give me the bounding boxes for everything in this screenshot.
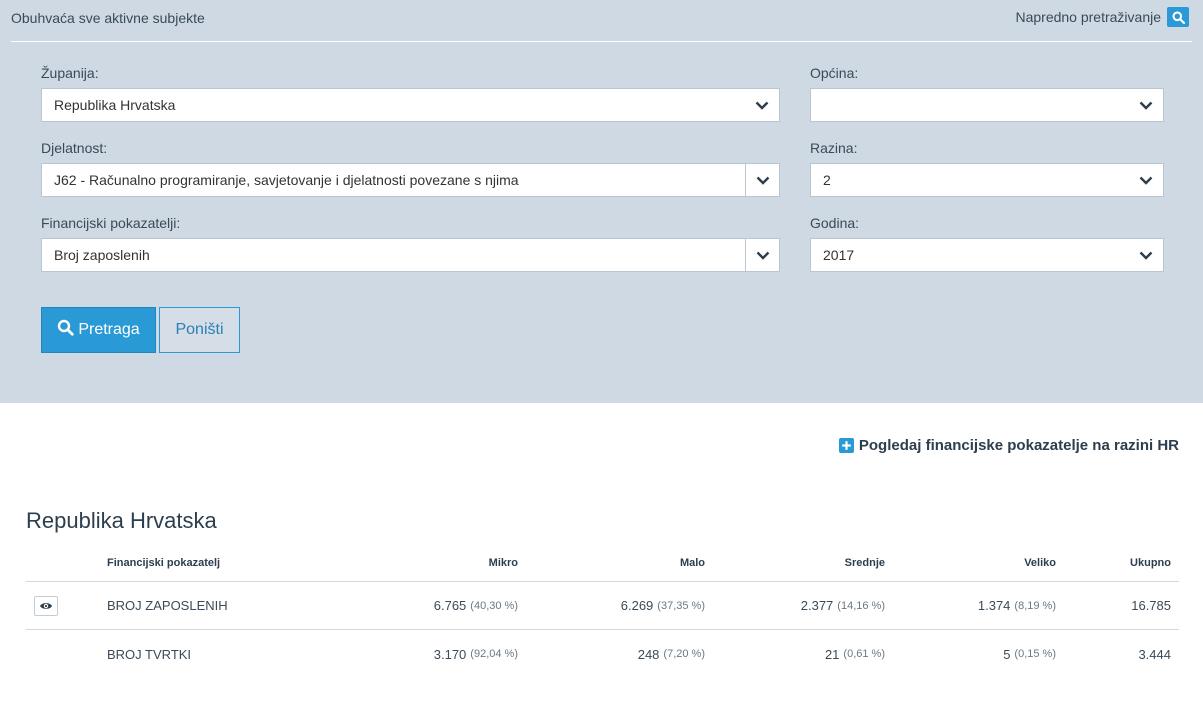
advanced-search-label: Napredno pretraživanje: [1015, 9, 1161, 25]
column-header: Mikro: [488, 557, 518, 569]
eye-icon[interactable]: [34, 596, 58, 616]
cell-percent: (0,61 %): [843, 648, 885, 660]
table-row: BROJ TVRTKI 3.170 (92,04 %) 248 (7,20 %) 2…: [26, 630, 1179, 678]
cell-malo: 248 (7,20 %): [638, 630, 705, 678]
cell-mikro: 3.170 (92,04 %): [434, 630, 518, 678]
search-icon[interactable]: [1167, 7, 1189, 27]
panel-subtitle: Obuhvaća sve aktivne subjekte: [11, 10, 205, 26]
financijski-pokazatelji-label: Financijski pokazatelji:: [41, 215, 181, 231]
search-panel: ▀▀▀▀ Obuhvaća sve aktivne subjekte Napre…: [0, 0, 1203, 403]
view-hr-label: Pogledaj financijske pokazatelje na razi…: [858, 437, 1179, 454]
plus-icon: [838, 438, 854, 453]
cell-percent: (40,30 %): [470, 599, 518, 612]
results-title: Republika Hrvatska: [26, 508, 217, 533]
cell-percent: (7,20 %): [663, 648, 705, 660]
godina-value: 2017: [823, 247, 855, 263]
cell-veliko: 1.374 (8,19 %): [978, 582, 1056, 629]
chevron-down-icon[interactable]: [745, 239, 779, 271]
column-header: Financijski pokazatelj: [107, 557, 221, 569]
cell-value: 6.269: [620, 598, 654, 613]
cell-srednje: 2.377 (14,16 %): [801, 582, 885, 629]
view-hr-indicators-link[interactable]: Pogledaj financijske pokazatelje na razi…: [838, 437, 1179, 454]
godina-select[interactable]: 2017: [810, 238, 1164, 272]
cell-value: 248: [637, 646, 660, 662]
chevron-down-icon[interactable]: [1129, 89, 1163, 121]
reset-button[interactable]: Poništi: [159, 307, 240, 353]
chevron-down-icon[interactable]: [745, 89, 779, 121]
page-title-cropped: ▀▀▀▀: [155, 0, 225, 4]
cell-value: 1.374: [977, 598, 1011, 613]
cell-srednje: 21 (0,61 %): [825, 630, 885, 678]
opcina-label: Općina:: [810, 65, 859, 81]
cell-percent: (14,16 %): [837, 599, 885, 612]
djelatnost-value: J62 - Računalno programiranje, savjetova…: [54, 172, 519, 188]
row-name: BROJ ZAPOSLENIH: [107, 598, 228, 613]
razina-value: 2: [823, 172, 831, 188]
razina-label: Razina:: [810, 140, 858, 156]
search-button[interactable]: Pretraga: [41, 307, 156, 353]
column-header: Srednje: [844, 557, 885, 569]
search-button-label: Pretraga: [78, 321, 140, 338]
razina-select[interactable]: 2: [810, 163, 1164, 197]
search-icon: [57, 319, 75, 341]
panel-divider: [11, 41, 1192, 42]
djelatnost-label: Djelatnost:: [41, 140, 108, 156]
advanced-search-link[interactable]: Napredno pretraživanje: [1015, 7, 1189, 27]
results-table: Financijski pokazatelj Mikro Malo Srednj…: [26, 545, 1179, 678]
column-header: Veliko: [1024, 557, 1056, 569]
djelatnost-select[interactable]: J62 - Računalno programiranje, savjetova…: [41, 163, 780, 197]
opcina-select[interactable]: [810, 88, 1164, 122]
row-name: BROJ TVRTKI: [107, 646, 192, 662]
cell-value: 21: [824, 646, 840, 662]
cell-value: 6.765: [433, 598, 467, 613]
cell-mikro: 6.765 (40,30 %): [434, 582, 518, 629]
chevron-down-icon[interactable]: [1129, 239, 1163, 271]
financijski-pokazatelji-select[interactable]: Broj zaposlenih: [41, 238, 780, 272]
table-row: BROJ ZAPOSLENIH 6.765 (40,30 %) 6.269 (37,…: [26, 582, 1179, 630]
cell-percent: (0,15 %): [1014, 648, 1056, 660]
cell-value: 3.170: [433, 646, 467, 662]
cell-percent: (8,19 %): [1014, 599, 1056, 612]
cell-value: 2.377: [800, 598, 834, 613]
cell-value: 5: [1003, 646, 1011, 662]
chevron-down-icon[interactable]: [1129, 164, 1163, 196]
cell-percent: (92,04 %): [470, 648, 518, 660]
godina-label: Godina:: [810, 215, 860, 231]
cell-veliko: 5 (0,15 %): [1003, 630, 1056, 678]
cell-ukupno: 3.444: [1138, 646, 1171, 662]
table-header-row: Financijski pokazatelj Mikro Malo Srednj…: [26, 545, 1179, 582]
financijski-pokazatelji-value: Broj zaposlenih: [54, 247, 150, 263]
cell-ukupno: 16.785: [1131, 598, 1171, 613]
cell-malo: 6.269 (37,35 %): [621, 582, 705, 629]
zupanija-select[interactable]: Republika Hrvatska: [41, 88, 780, 122]
zupanija-label: Županija:: [41, 65, 99, 81]
column-header: Malo: [679, 557, 705, 569]
chevron-down-icon[interactable]: [745, 164, 779, 196]
column-header: Ukupno: [1130, 557, 1171, 569]
cell-percent: (37,35 %): [657, 599, 705, 612]
zupanija-value: Republika Hrvatska: [54, 97, 176, 113]
